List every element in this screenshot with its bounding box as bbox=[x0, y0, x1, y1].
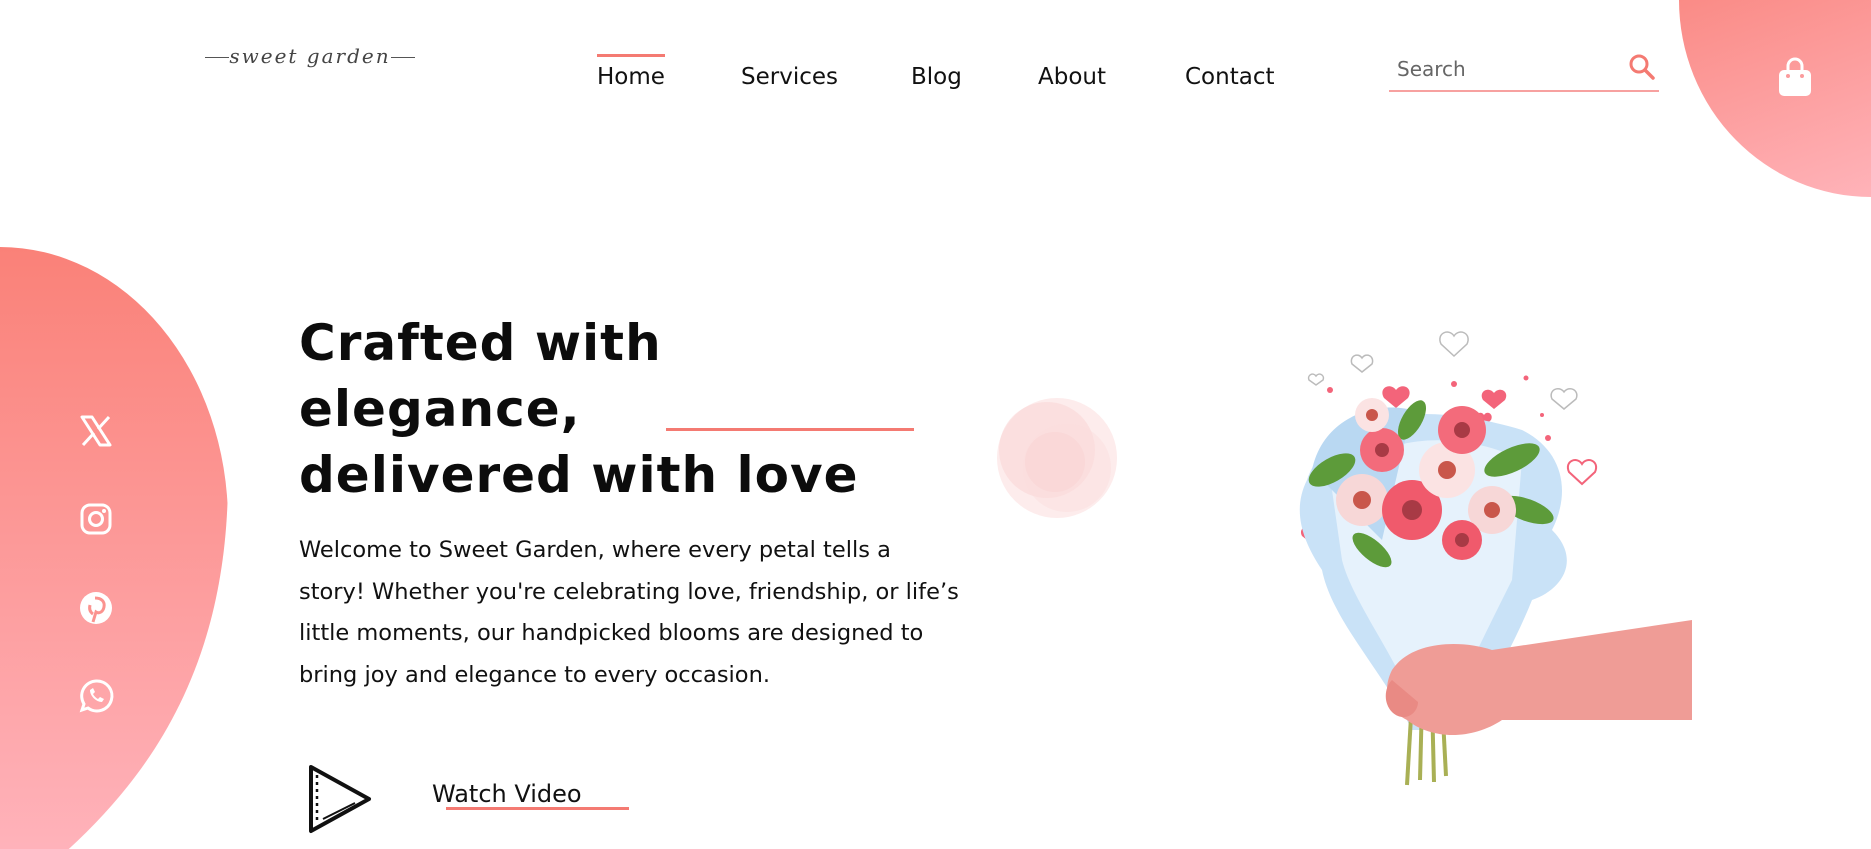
instagram-icon[interactable] bbox=[76, 499, 116, 539]
play-icon[interactable] bbox=[305, 763, 373, 835]
hero-title: Crafted with elegance, delivered with lo… bbox=[299, 310, 939, 508]
hero-title-line2: delivered with bbox=[299, 446, 737, 504]
pinterest-icon[interactable] bbox=[76, 588, 116, 628]
hero-title-accent: love bbox=[736, 446, 859, 504]
shopping-bag-icon[interactable] bbox=[1776, 56, 1814, 98]
watercolor-blob-decoration bbox=[997, 398, 1117, 518]
hero-description: Welcome to Sweet Garden, where every pet… bbox=[299, 537, 959, 688]
nav-services[interactable]: Services bbox=[741, 64, 838, 90]
bouquet-illustration bbox=[1299, 331, 1692, 786]
title-underline bbox=[666, 428, 914, 431]
nav-blog[interactable]: Blog bbox=[911, 64, 962, 90]
nav-home[interactable]: Home bbox=[597, 54, 665, 90]
corner-decoration bbox=[1679, 0, 1871, 197]
search-bar bbox=[1389, 52, 1659, 92]
watch-video-link[interactable]: Watch Video bbox=[432, 780, 582, 808]
site-logo[interactable]: sweet garden bbox=[205, 40, 415, 74]
logo-flourish-left bbox=[205, 57, 229, 58]
search-input[interactable] bbox=[1397, 54, 1617, 84]
logo-text: sweet garden bbox=[229, 44, 391, 68]
whatsapp-icon[interactable] bbox=[76, 676, 116, 716]
nav-about[interactable]: About bbox=[1038, 64, 1106, 90]
search-icon[interactable] bbox=[1627, 52, 1657, 82]
hero-title-line1: Crafted with elegance, bbox=[299, 314, 662, 438]
logo-flourish-right bbox=[391, 57, 415, 58]
side-decoration bbox=[0, 247, 228, 849]
nav-contact[interactable]: Contact bbox=[1185, 64, 1274, 90]
x-twitter-icon[interactable] bbox=[76, 411, 116, 451]
watch-video-underline bbox=[446, 807, 629, 810]
